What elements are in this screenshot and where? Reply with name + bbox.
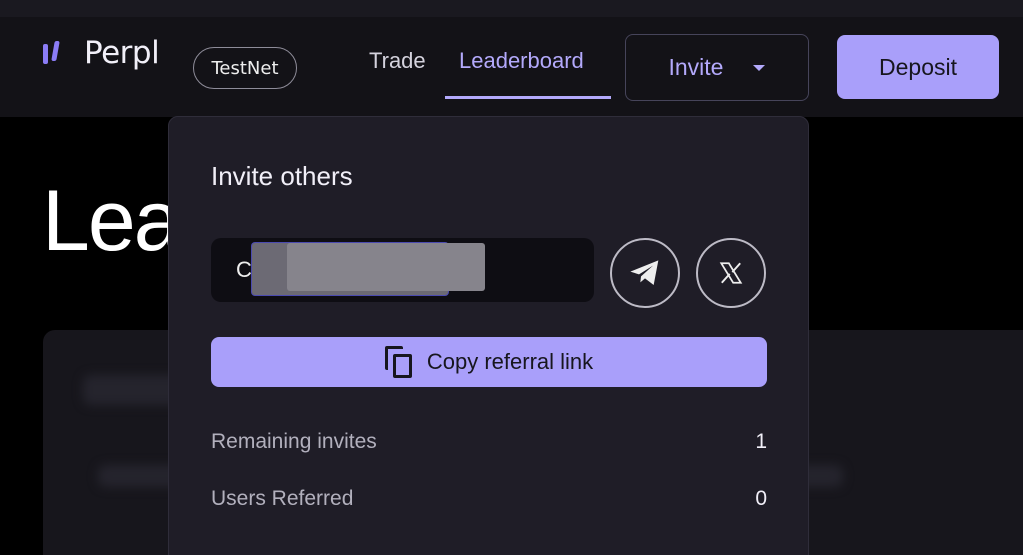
invite-button-label: Invite <box>668 54 724 80</box>
nav-tab-leaderboard[interactable]: Leaderboard <box>459 48 584 74</box>
telegram-icon <box>630 260 659 285</box>
referral-link-field[interactable]: C <box>211 238 594 302</box>
share-x-button[interactable] <box>696 238 766 308</box>
stat-value: 1 <box>755 430 767 453</box>
network-badge: TestNet <box>193 47 297 89</box>
stat-label: Remaining invites <box>211 430 377 453</box>
active-tab-indicator <box>445 96 611 99</box>
x-logo-icon <box>719 262 743 284</box>
stat-label: Users Referred <box>211 487 354 510</box>
top-strip <box>0 0 1023 17</box>
page-title: Lea <box>42 173 181 269</box>
deposit-button[interactable]: Deposit <box>837 35 999 99</box>
nav-tab-trade[interactable]: Trade <box>369 48 426 74</box>
invite-dropdown-button[interactable]: Invite <box>625 34 809 101</box>
copy-button-label: Copy referral link <box>426 349 594 374</box>
copy-referral-link-button[interactable]: Copy referral link <box>211 337 767 387</box>
brand-logo[interactable]: Perpl <box>40 35 160 71</box>
referral-link-value: C <box>236 257 252 282</box>
invite-dropdown-panel: Invite others C Copy referral link Remai… <box>168 116 809 555</box>
brand-name: Perpl <box>84 35 160 71</box>
chevron-down-icon <box>753 64 766 71</box>
redaction-overlay <box>287 243 485 291</box>
stat-value: 0 <box>755 487 767 510</box>
perpl-logo-icon <box>40 38 66 68</box>
share-telegram-button[interactable] <box>610 238 680 308</box>
users-referred-row: Users Referred 0 <box>211 487 767 511</box>
copy-icon <box>384 346 413 378</box>
dropdown-title: Invite others <box>211 161 353 191</box>
remaining-invites-row: Remaining invites 1 <box>211 430 767 454</box>
